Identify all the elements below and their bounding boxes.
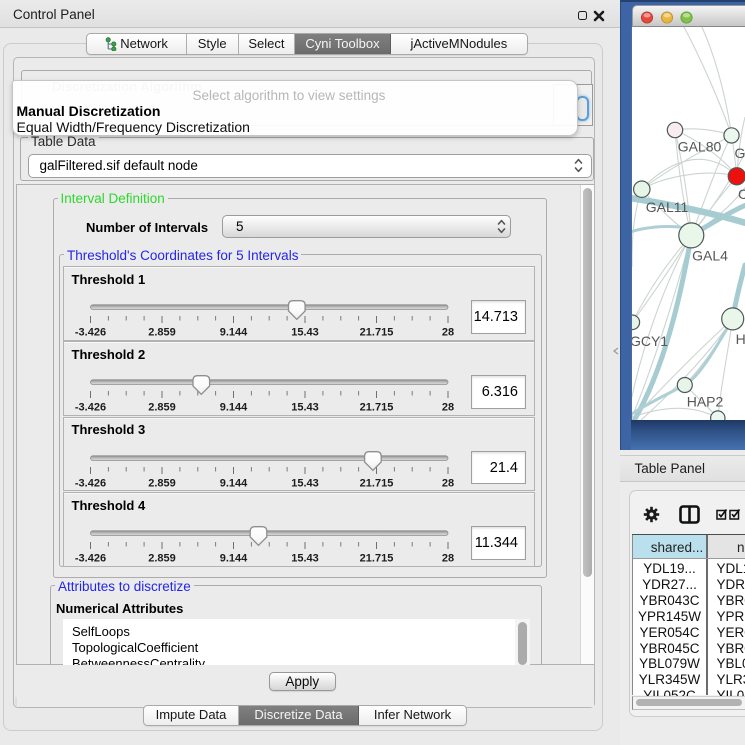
svg-text:2.859: 2.859 xyxy=(148,477,176,489)
svg-text:-3.426: -3.426 xyxy=(75,327,106,339)
svg-text:2.859: 2.859 xyxy=(148,553,176,565)
svg-text:GCY1: GCY1 xyxy=(632,333,668,349)
svg-text:21.715: 21.715 xyxy=(360,477,394,489)
svg-text:15.43: 15.43 xyxy=(291,402,319,414)
svg-text:GAL11: GAL11 xyxy=(646,199,689,215)
svg-text:9.144: 9.144 xyxy=(220,402,248,414)
svg-text:28: 28 xyxy=(442,553,454,565)
svg-text:GA: GA xyxy=(735,145,745,161)
svg-text:-3.426: -3.426 xyxy=(75,553,106,565)
svg-text:21.715: 21.715 xyxy=(360,327,394,339)
svg-text:H: H xyxy=(736,331,745,347)
svg-text:9.144: 9.144 xyxy=(220,553,248,565)
svg-text:21.715: 21.715 xyxy=(360,553,394,565)
svg-text:2.859: 2.859 xyxy=(148,402,176,414)
svg-text:-3.426: -3.426 xyxy=(75,477,106,489)
svg-text:-3.426: -3.426 xyxy=(75,402,106,414)
svg-text:21.715: 21.715 xyxy=(360,402,394,414)
svg-text:9.144: 9.144 xyxy=(220,477,248,489)
svg-text:15.43: 15.43 xyxy=(291,553,319,565)
svg-text:28: 28 xyxy=(442,477,454,489)
svg-text:GAL4: GAL4 xyxy=(692,247,728,263)
svg-text:15.43: 15.43 xyxy=(291,327,319,339)
svg-text:28: 28 xyxy=(442,402,454,414)
svg-text:GAL80: GAL80 xyxy=(678,139,722,155)
svg-text:28: 28 xyxy=(442,327,454,339)
svg-text:15.43: 15.43 xyxy=(291,477,319,489)
svg-text:HAP2: HAP2 xyxy=(687,394,724,410)
svg-text:2.859: 2.859 xyxy=(148,327,176,339)
svg-text:9.144: 9.144 xyxy=(220,327,248,339)
svg-text:C: C xyxy=(738,186,745,202)
